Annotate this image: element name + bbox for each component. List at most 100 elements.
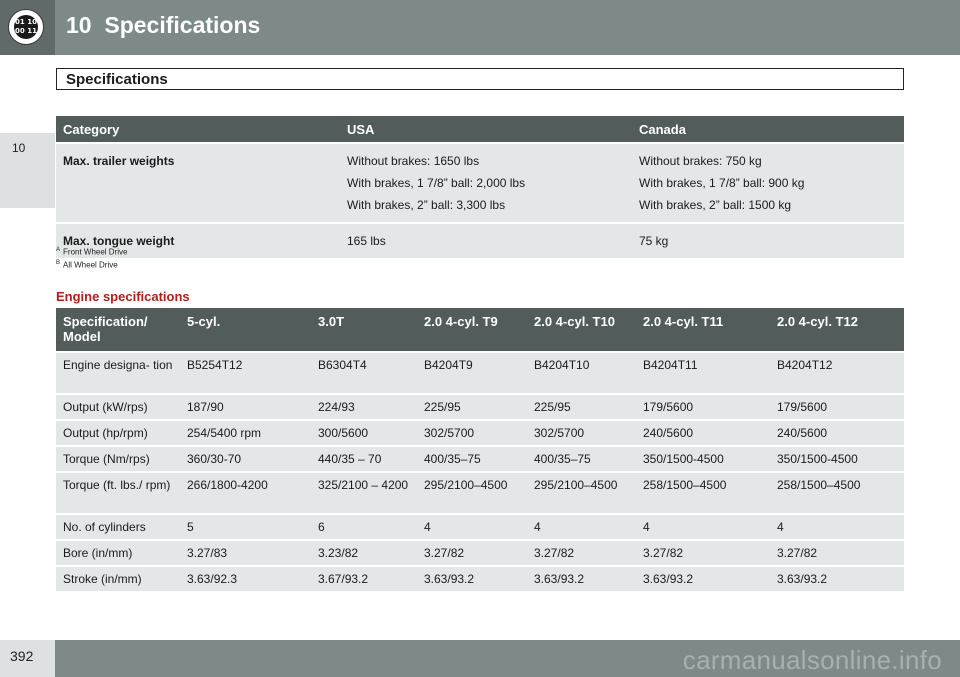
table-cell: 3.27/82 bbox=[636, 541, 770, 565]
chapter-title: 10 Specifications bbox=[66, 12, 260, 39]
table-row: Max. trailer weights Without brakes: 165… bbox=[56, 144, 904, 222]
chapter-title-text: Specifications bbox=[104, 12, 261, 38]
chapter-tab[interactable] bbox=[0, 133, 55, 208]
table-header-row: Category USA Canada bbox=[56, 116, 904, 142]
table-cell: 224/93 bbox=[311, 395, 417, 419]
engine-specs-table: Specification/ Model 5-cyl. 3.0T 2.0 4-cyl.… bbox=[56, 306, 904, 593]
table-row: Output (hp/rpm) 254/5400 rpm 300/5600 302/5… bbox=[56, 421, 904, 445]
cell-line: With brakes, 2” ball: 3,300 lbs bbox=[347, 198, 506, 212]
section-title-bar: Specifications bbox=[56, 68, 904, 90]
table-cell: 350/1500-4500 bbox=[636, 447, 770, 471]
table-cell: 3.63/93.2 bbox=[770, 567, 904, 591]
cell-line: With brakes, 1 7/8” ball: 900 kg bbox=[639, 176, 805, 190]
table-cell: 4 bbox=[770, 515, 904, 539]
table-cell: 266/1800-4200 bbox=[180, 473, 311, 513]
table-cell: 4 bbox=[636, 515, 770, 539]
table-cell: 258/1500–4500 bbox=[770, 473, 904, 513]
section-title: Specifications bbox=[66, 71, 168, 88]
page-header: 01 10 00 11 10 Specifications bbox=[0, 0, 960, 55]
table-cell: B4204T11 bbox=[636, 353, 770, 393]
table-cell: 400/35–75 bbox=[417, 447, 527, 471]
table-cell: 254/5400 rpm bbox=[180, 421, 311, 445]
table-cell: 179/5600 bbox=[636, 395, 770, 419]
table-cell: 3.63/93.2 bbox=[417, 567, 527, 591]
cell-line: 165 lbs bbox=[347, 234, 386, 248]
table-cell: 3.27/82 bbox=[527, 541, 636, 565]
chapter-logo: 01 10 00 11 bbox=[0, 0, 55, 55]
row-label: Stroke (in/mm) bbox=[56, 567, 180, 591]
table-cell: B4204T10 bbox=[527, 353, 636, 393]
cell-line: 75 kg bbox=[639, 234, 669, 248]
table-cell: 3.27/82 bbox=[770, 541, 904, 565]
table-cell: B4204T12 bbox=[770, 353, 904, 393]
footnotes: A Front Wheel Drive B All Wheel Drive bbox=[56, 245, 127, 270]
column-header: USA bbox=[340, 116, 632, 142]
table-cell: 6 bbox=[311, 515, 417, 539]
chapter-number: 10 bbox=[66, 12, 92, 38]
table-cell: B6304T4 bbox=[311, 353, 417, 393]
column-header: 2.0 4-cyl. T11 bbox=[636, 308, 770, 351]
column-header: Canada bbox=[632, 116, 904, 142]
table-cell: B5254T12 bbox=[180, 353, 311, 393]
trailer-weights-table: Category USA Canada Max. trailer weights… bbox=[56, 114, 904, 260]
table-row: Engine designa- tion B5254T12 B6304T4 B4204… bbox=[56, 353, 904, 393]
column-header: 2.0 4-cyl. T10 bbox=[527, 308, 636, 351]
table-header-row: Specification/ Model 5-cyl. 3.0T 2.0 4-cyl.… bbox=[56, 308, 904, 351]
table-cell: Without brakes: 750 kg With brakes, 1 7/… bbox=[632, 144, 904, 222]
table-cell: 400/35–75 bbox=[527, 447, 636, 471]
table-cell: 302/5700 bbox=[527, 421, 636, 445]
cell-line: With brakes, 1 7/8” ball: 2,000 lbs bbox=[347, 176, 526, 190]
column-header: 5-cyl. bbox=[180, 308, 311, 351]
table-cell: 165 lbs bbox=[340, 224, 632, 258]
page-number: 392 bbox=[10, 648, 34, 664]
table-row: Torque (Nm/rps) 360/30-70 440/35 – 70 400/3… bbox=[56, 447, 904, 471]
table-cell: 3.27/83 bbox=[180, 541, 311, 565]
table-cell: 225/95 bbox=[417, 395, 527, 419]
row-label: Output (hp/rpm) bbox=[56, 421, 180, 445]
watermark: carmanualsonline.info bbox=[682, 645, 942, 675]
table-cell: B4204T9 bbox=[417, 353, 527, 393]
table-cell: 3.27/82 bbox=[417, 541, 527, 565]
cell-line: With brakes, 2” ball: 1500 kg bbox=[639, 198, 792, 212]
footnote-mark: A bbox=[56, 247, 61, 253]
logo-text: 01 10 00 11 bbox=[14, 15, 38, 39]
row-label: No. of cylinders bbox=[56, 515, 180, 539]
volvo-code-icon: 01 10 00 11 bbox=[8, 9, 44, 45]
table-cell: 300/5600 bbox=[311, 421, 417, 445]
table-cell: 240/5600 bbox=[636, 421, 770, 445]
cell-line: Without brakes: 1650 lbs bbox=[347, 154, 480, 168]
footnote-text: All Wheel Drive bbox=[63, 260, 118, 270]
column-header: 3.0T bbox=[311, 308, 417, 351]
table-cell: 258/1500–4500 bbox=[636, 473, 770, 513]
table-cell: 240/5600 bbox=[770, 421, 904, 445]
table-row: Output (kW/rps) 187/90 224/93 225/95 225/95 1… bbox=[56, 395, 904, 419]
footnote: A Front Wheel Drive bbox=[56, 245, 127, 258]
row-label: Engine designa- tion bbox=[56, 353, 180, 393]
table-row: Max. tongue weight 165 lbs 75 kg bbox=[56, 224, 904, 258]
table-row: Bore (in/mm) 3.27/83 3.23/82 3.27/82 3.27/82… bbox=[56, 541, 904, 565]
row-label: Bore (in/mm) bbox=[56, 541, 180, 565]
table-cell: 179/5600 bbox=[770, 395, 904, 419]
table-cell: 440/35 – 70 bbox=[311, 447, 417, 471]
row-label: Max. trailer weights bbox=[56, 144, 340, 222]
table-row: Torque (ft. lbs./ rpm) 266/1800-4200 325/2… bbox=[56, 473, 904, 513]
table-cell: 3.63/92.3 bbox=[180, 567, 311, 591]
table-cell: 295/2100–4500 bbox=[527, 473, 636, 513]
row-label: Torque (Nm/rps) bbox=[56, 447, 180, 471]
row-label: Torque (ft. lbs./ rpm) bbox=[56, 473, 180, 513]
column-header: Category bbox=[56, 116, 340, 142]
table-cell: Without brakes: 1650 lbs With brakes, 1 … bbox=[340, 144, 632, 222]
table-cell: 4 bbox=[417, 515, 527, 539]
table-cell: 360/30-70 bbox=[180, 447, 311, 471]
table-cell: 350/1500-4500 bbox=[770, 447, 904, 471]
table-cell: 75 kg bbox=[632, 224, 904, 258]
engine-specs-heading: Engine specifications bbox=[56, 289, 190, 304]
chapter-tab-label: 10 bbox=[12, 141, 26, 155]
table-cell: 5 bbox=[180, 515, 311, 539]
table-cell: 302/5700 bbox=[417, 421, 527, 445]
table-row: No. of cylinders 5 6 4 4 4 4 bbox=[56, 515, 904, 539]
table-cell: 4 bbox=[527, 515, 636, 539]
footnote-text: Front Wheel Drive bbox=[63, 247, 128, 257]
column-header: 2.0 4-cyl. T12 bbox=[770, 308, 904, 351]
table-cell: 3.67/93.2 bbox=[311, 567, 417, 591]
